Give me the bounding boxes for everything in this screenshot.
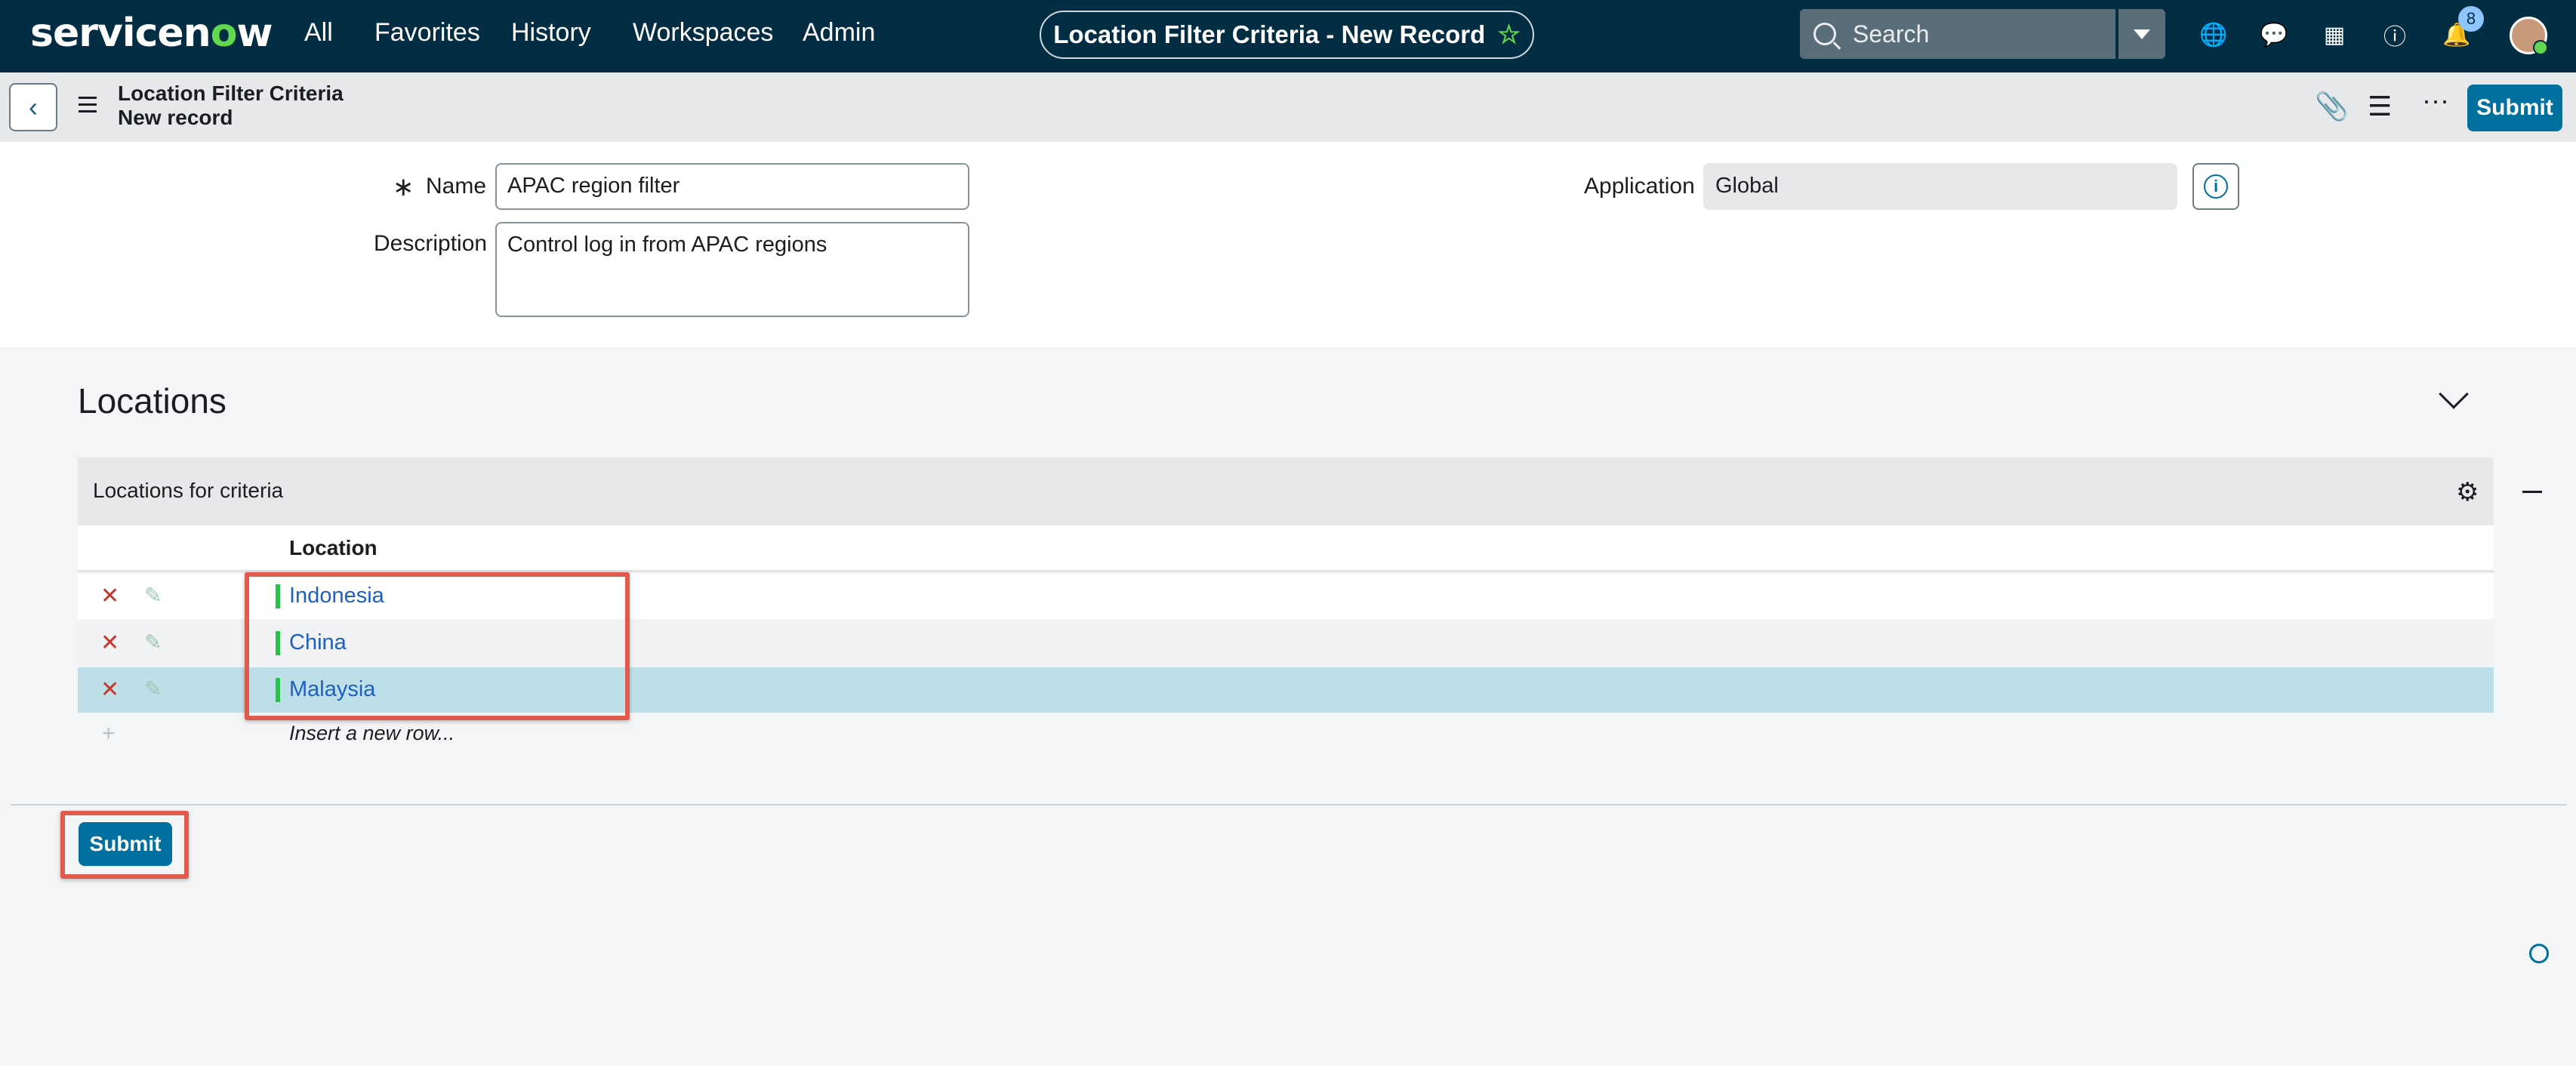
record-title-pill[interactable]: Location Filter Criteria - New Record ☆ <box>1040 11 1534 59</box>
form-body: ∗ Name APAC region filter Description Co… <box>0 142 2576 347</box>
globe-icon[interactable]: 🌐 <box>2199 20 2229 50</box>
application-field: Global <box>1703 163 2177 210</box>
minimize-icon[interactable] <box>2522 491 2542 493</box>
highlight-submit <box>60 811 189 879</box>
related-list-header: Locations for criteria ⚙ <box>78 458 2542 525</box>
divider <box>11 804 2567 806</box>
star-icon[interactable]: ☆ <box>1497 20 1520 50</box>
required-icon: ∗ <box>393 173 414 202</box>
search-placeholder: Search <box>1853 20 1930 48</box>
form-title-record: New record <box>118 106 233 129</box>
menu-icon[interactable] <box>79 97 97 113</box>
more-options-icon[interactable]: ··· <box>2422 85 2449 116</box>
insert-new-row[interactable]: Insert a new row... <box>289 722 454 745</box>
collapse-chevron-icon[interactable] <box>2439 379 2469 409</box>
name-label: Name <box>426 174 487 199</box>
chat-icon[interactable]: 💬 <box>2259 20 2289 50</box>
related-list-title: Locations for criteria <box>93 479 284 502</box>
info-icon: i <box>2204 174 2228 199</box>
nav-favorites[interactable]: Favorites <box>374 18 480 48</box>
location-column-header[interactable]: Location <box>289 536 377 560</box>
top-navigation: servicenow All Favorites History Workspa… <box>0 0 2576 72</box>
nav-history[interactable]: History <box>511 18 591 48</box>
record-title: Location Filter Criteria - New Record <box>1053 20 1486 48</box>
gear-icon[interactable]: ⚙ <box>2456 477 2479 507</box>
nav-workspaces[interactable]: Workspaces <box>633 18 773 48</box>
avatar[interactable] <box>2510 17 2548 55</box>
search-scope-dropdown[interactable] <box>2118 9 2165 59</box>
name-input[interactable]: APAC region filter <box>495 163 969 210</box>
nav-all[interactable]: All <box>304 18 333 48</box>
form-title-table: Location Filter Criteria <box>118 82 344 105</box>
paperclip-icon[interactable]: 📎 <box>2315 91 2349 122</box>
chevron-left-icon: ‹ <box>29 91 38 122</box>
edit-row-icon[interactable]: ✎ <box>144 676 162 701</box>
locations-section-title: Locations <box>78 381 226 421</box>
delete-row-icon[interactable]: ✕ <box>100 583 119 609</box>
delete-row-icon[interactable]: ✕ <box>100 676 119 703</box>
form-header: ‹ Location Filter Criteria New record 📎 … <box>0 72 2576 142</box>
chevron-down-icon <box>2134 29 2150 39</box>
sliders-icon[interactable]: ☰ <box>2368 91 2392 122</box>
timer-icon[interactable] <box>2529 944 2549 963</box>
column-header: Location <box>78 525 2494 572</box>
nav-admin[interactable]: Admin <box>803 18 875 48</box>
description-textarea[interactable]: Control log in from APAC regions <box>495 222 969 317</box>
edit-row-icon[interactable]: ✎ <box>144 583 162 608</box>
delete-row-icon[interactable]: ✕ <box>100 630 119 656</box>
highlight-locations <box>245 572 630 720</box>
global-search[interactable]: Search <box>1800 9 2115 59</box>
description-label: Description <box>374 231 488 256</box>
application-info-button[interactable]: i <box>2192 163 2239 210</box>
help-icon[interactable]: ⓘ <box>2380 20 2410 50</box>
application-label: Application <box>1584 174 1695 199</box>
form-title: Location Filter Criteria New record <box>118 82 344 130</box>
servicenow-logo[interactable]: servicenow <box>30 11 273 56</box>
notification-badge: 8 <box>2458 6 2484 32</box>
edit-row-icon[interactable]: ✎ <box>144 630 162 655</box>
submit-button-header[interactable]: Submit <box>2467 85 2562 131</box>
back-button[interactable]: ‹ <box>9 83 57 131</box>
workspace-icon[interactable]: ▦ <box>2319 20 2350 50</box>
search-icon <box>1813 23 1836 45</box>
plus-icon[interactable]: + <box>102 721 116 747</box>
